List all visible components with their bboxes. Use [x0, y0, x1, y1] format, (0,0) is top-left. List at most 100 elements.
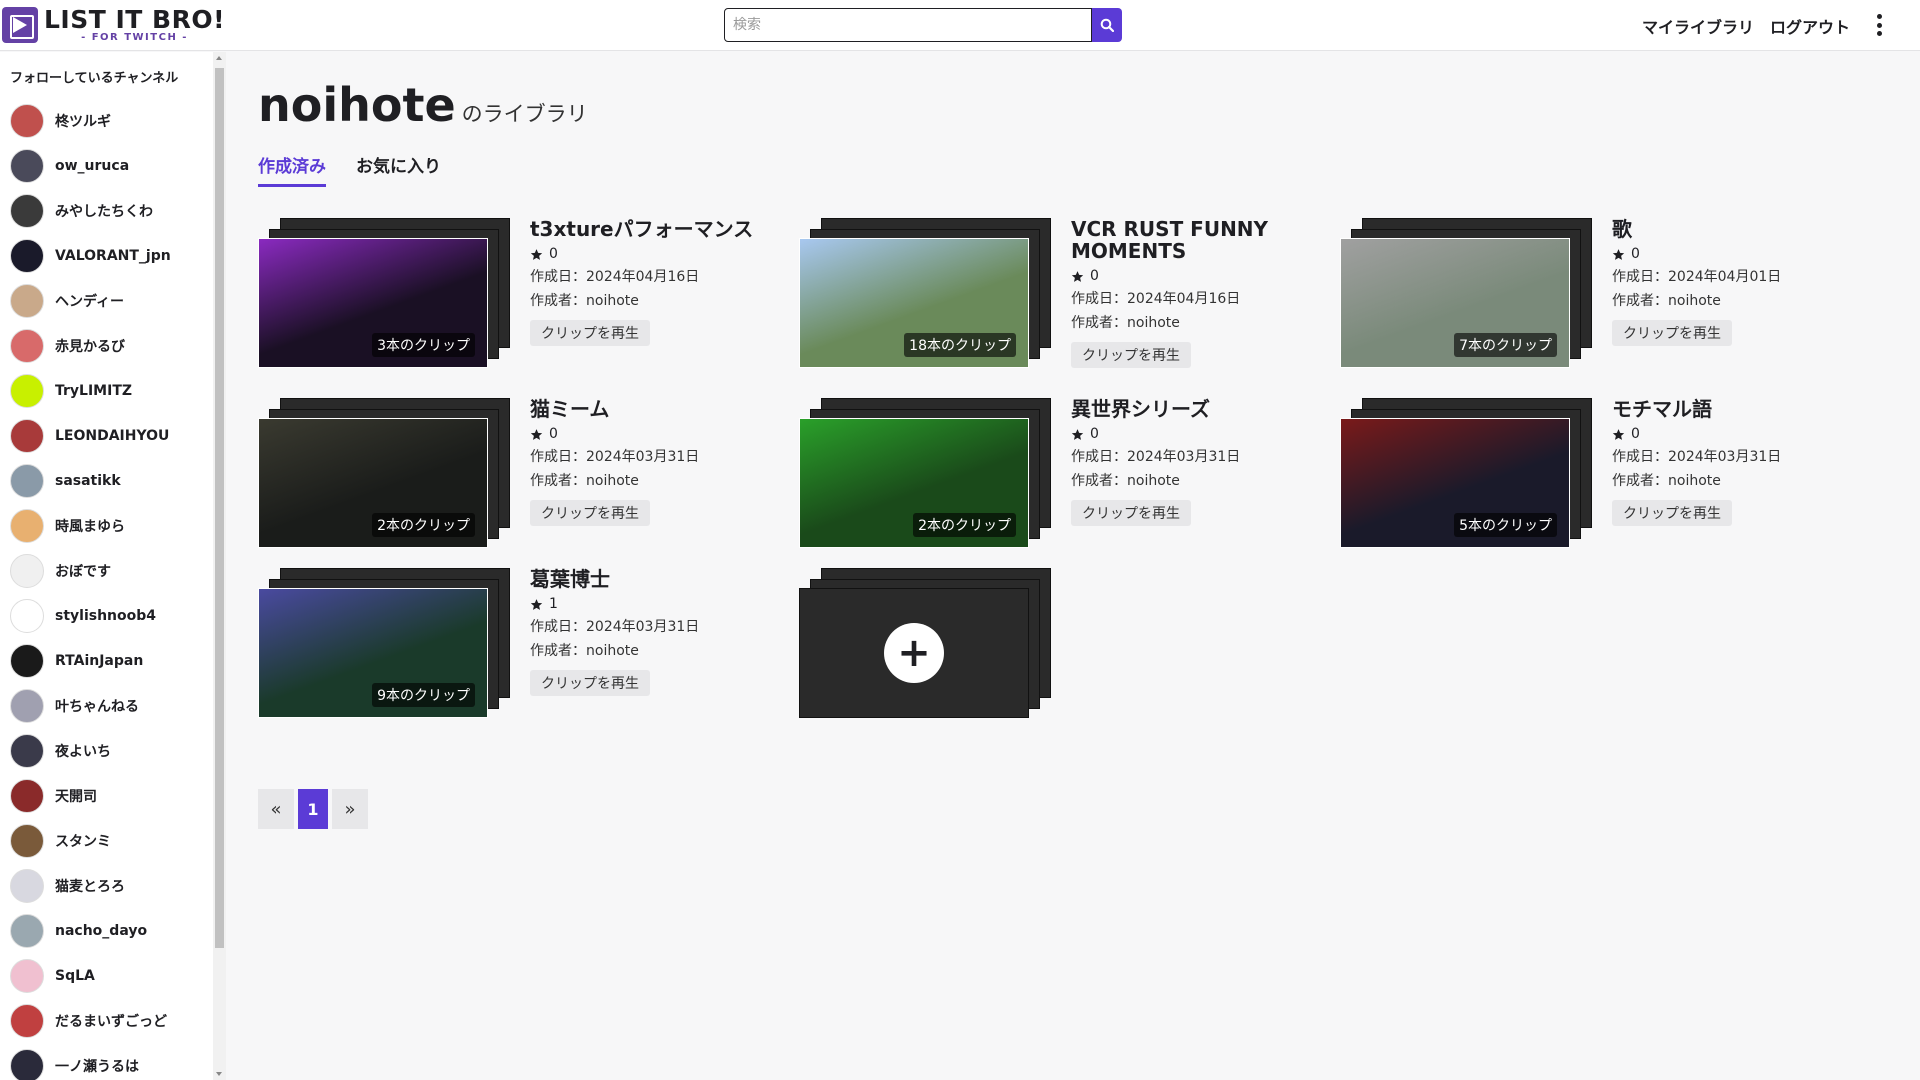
- sidebar-channel-item[interactable]: VALORANT_jpn: [10, 237, 171, 275]
- scrollbar-thumb[interactable]: [215, 68, 224, 948]
- list-info: 歌 0 作成日：2024年04月01日 作成者：noihote クリップを再生: [1612, 218, 1852, 346]
- star-icon[interactable]: [1071, 428, 1084, 441]
- my-library-link[interactable]: マイライブラリ: [1642, 14, 1754, 38]
- sidebar-channel-item[interactable]: 天開司: [10, 777, 97, 815]
- play-clips-button[interactable]: クリップを再生: [530, 670, 650, 696]
- list-title[interactable]: VCR RUST FUNNY MOMENTS: [1071, 218, 1311, 262]
- channel-avatar: [10, 1049, 44, 1080]
- thumbnail-stack[interactable]: 2本のクリップ: [799, 398, 1051, 550]
- sidebar-channel-item[interactable]: LEONDAIHYOU: [10, 417, 169, 455]
- sidebar-channel-item[interactable]: 叶ちゃんねる: [10, 687, 139, 725]
- list-title[interactable]: 葛葉博士: [530, 568, 770, 590]
- list-thumbnail[interactable]: 2本のクリップ: [258, 418, 488, 548]
- star-icon[interactable]: [530, 428, 543, 441]
- author: 作成者：noihote: [1612, 472, 1852, 490]
- play-clips-button[interactable]: クリップを再生: [1612, 500, 1732, 526]
- sidebar-channel-item[interactable]: ow_uruca: [10, 147, 129, 185]
- thumbnail-stack[interactable]: 5本のクリップ: [1340, 398, 1592, 550]
- sidebar-channel-item[interactable]: ヘンディー: [10, 282, 124, 320]
- add-list-card[interactable]: +: [799, 568, 1051, 720]
- star-icon[interactable]: [1612, 248, 1625, 261]
- list-card[interactable]: 3本のクリップ t3xtureパフォーマンス 0 作成日：2024年04月16日 作成者…: [258, 218, 778, 378]
- twitch-tv-icon: [2, 7, 38, 43]
- thumbnail-stack[interactable]: 18本のクリップ: [799, 218, 1051, 370]
- channel-name: 柊ツルギ: [55, 114, 111, 130]
- sidebar-channel-item[interactable]: nacho_dayo: [10, 912, 147, 950]
- list-title[interactable]: 異世界シリーズ: [1071, 398, 1311, 420]
- sidebar-channel-item[interactable]: 時風まゆら: [10, 507, 125, 545]
- thumbnail-stack[interactable]: 7本のクリップ: [1340, 218, 1592, 370]
- sidebar-channel-item[interactable]: sasatikk: [10, 462, 121, 500]
- followed-channels-sidebar: フォローしているチャンネル 柊ツルギ ow_uruca みやしたちくわ VALORAN…: [0, 52, 226, 1080]
- sidebar-channel-item[interactable]: だるまいずごっど: [10, 1002, 167, 1040]
- star-count: 0: [1090, 268, 1099, 284]
- date-value: 2024年03月31日: [1127, 449, 1241, 465]
- star-icon[interactable]: [530, 598, 543, 611]
- list-thumbnail[interactable]: 2本のクリップ: [799, 418, 1029, 548]
- author-value: noihote: [586, 473, 639, 489]
- author: 作成者：noihote: [1612, 292, 1852, 310]
- author: 作成者：noihote: [1071, 314, 1311, 332]
- star-icon[interactable]: [1612, 428, 1625, 441]
- list-title[interactable]: モチマル語: [1612, 398, 1852, 420]
- pagination-prev[interactable]: «: [258, 789, 294, 829]
- sidebar-channel-item[interactable]: 一ノ瀬うるは: [10, 1047, 139, 1080]
- pagination-next[interactable]: »: [332, 789, 368, 829]
- author-prefix: 作成者：: [1071, 473, 1127, 489]
- logout-link[interactable]: ログアウト: [1770, 14, 1850, 38]
- favorite-count: 0: [530, 246, 770, 262]
- play-clips-button[interactable]: クリップを再生: [1071, 500, 1191, 526]
- play-clips-button[interactable]: クリップを再生: [530, 320, 650, 346]
- author-value: noihote: [1127, 473, 1180, 489]
- sidebar-channel-item[interactable]: RTAinJapan: [10, 642, 143, 680]
- list-card[interactable]: 18本のクリップ VCR RUST FUNNY MOMENTS 0 作成日：2024年…: [799, 218, 1319, 378]
- list-thumbnail[interactable]: 18本のクリップ: [799, 238, 1029, 368]
- sidebar-channel-item[interactable]: TryLIMITZ: [10, 372, 132, 410]
- list-card[interactable]: 2本のクリップ 異世界シリーズ 0 作成日：2024年03月31日 作成者：noihot…: [799, 398, 1319, 558]
- pagination-page-current[interactable]: 1: [298, 789, 328, 829]
- sidebar-channel-item[interactable]: スタンミ: [10, 822, 111, 860]
- thumbnail-stack[interactable]: 2本のクリップ: [258, 398, 510, 550]
- sidebar-channel-item[interactable]: 柊ツルギ: [10, 102, 111, 140]
- tab-created[interactable]: 作成済み: [258, 152, 326, 187]
- sidebar-channel-item[interactable]: stylishnoob4: [10, 597, 156, 635]
- list-title[interactable]: 猫ミーム: [530, 398, 770, 420]
- scroll-down-arrow-icon[interactable]: [216, 1072, 222, 1076]
- list-title[interactable]: 歌: [1612, 218, 1852, 240]
- channel-name: 天開司: [55, 789, 97, 805]
- sidebar-channel-item[interactable]: 赤見かるび: [10, 327, 125, 365]
- search-input[interactable]: [724, 8, 1092, 42]
- list-thumbnail[interactable]: 3本のクリップ: [258, 238, 488, 368]
- sidebar-channel-item[interactable]: みやしたちくわ: [10, 192, 153, 230]
- star-icon[interactable]: [1071, 270, 1084, 283]
- list-card[interactable]: 7本のクリップ 歌 0 作成日：2024年04月01日 作成者：noihote クリップを…: [1340, 218, 1860, 378]
- list-title[interactable]: t3xtureパフォーマンス: [530, 218, 770, 240]
- scroll-up-arrow-icon[interactable]: [216, 56, 222, 60]
- list-thumbnail[interactable]: 7本のクリップ: [1340, 238, 1570, 368]
- list-thumbnail[interactable]: 5本のクリップ: [1340, 418, 1570, 548]
- more-menu-icon[interactable]: [1876, 14, 1882, 36]
- play-clips-button[interactable]: クリップを再生: [530, 500, 650, 526]
- sidebar-channel-item[interactable]: 猫麦とろろ: [10, 867, 125, 905]
- star-icon[interactable]: [530, 248, 543, 261]
- tab-favorites[interactable]: お気に入り: [356, 152, 441, 187]
- list-card[interactable]: 9本のクリップ 葛葉博士 1 作成日：2024年03月31日 作成者：noihote クリ…: [258, 568, 778, 728]
- play-clips-button[interactable]: クリップを再生: [1612, 320, 1732, 346]
- list-card[interactable]: 5本のクリップ モチマル語 0 作成日：2024年03月31日 作成者：noihote ク…: [1340, 398, 1860, 558]
- sidebar-channel-item[interactable]: おぼです: [10, 552, 111, 590]
- add-list-button[interactable]: +: [799, 588, 1029, 718]
- thumbnail-stack[interactable]: 3本のクリップ: [258, 218, 510, 370]
- channel-name: SqLA: [55, 968, 95, 984]
- sidebar-channel-item[interactable]: 夜よいち: [10, 732, 111, 770]
- plus-icon: +: [884, 623, 944, 683]
- channel-name: 夜よいち: [55, 744, 111, 760]
- sidebar-channel-item[interactable]: SqLA: [10, 957, 95, 995]
- sidebar-scrollbar[interactable]: [213, 52, 226, 1080]
- play-clips-button[interactable]: クリップを再生: [1071, 342, 1191, 368]
- search-button[interactable]: [1092, 8, 1122, 42]
- thumbnail-stack[interactable]: 9本のクリップ: [258, 568, 510, 720]
- list-thumbnail[interactable]: 9本のクリップ: [258, 588, 488, 718]
- list-card[interactable]: 2本のクリップ 猫ミーム 0 作成日：2024年03月31日 作成者：noihote クリ…: [258, 398, 778, 558]
- clip-count-badge: 7本のクリップ: [1454, 333, 1557, 357]
- app-logo[interactable]: LIST IT BRO! - FOR TWITCH -: [2, 6, 225, 44]
